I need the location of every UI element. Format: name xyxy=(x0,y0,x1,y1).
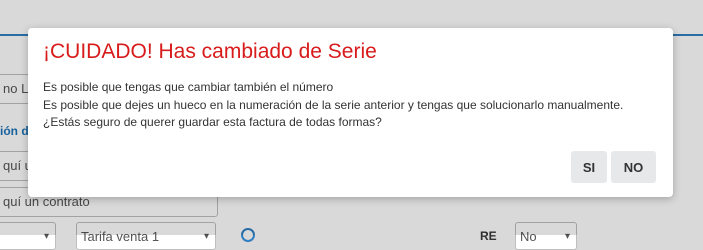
warning-dialog: ¡CUIDADO! Has cambiado de Serie Es posib… xyxy=(28,28,673,197)
yes-button[interactable]: SI xyxy=(571,151,607,183)
no-button[interactable]: NO xyxy=(611,151,656,183)
dialog-title: ¡CUIDADO! Has cambiado de Serie xyxy=(43,40,377,63)
message-line-1: Es posible que tengas que cambiar tambié… xyxy=(43,80,334,94)
dialog-message: Es posible que tengas que cambiar tambié… xyxy=(43,79,663,132)
message-line-2: Es posible que dejes un hueco en la nume… xyxy=(43,97,624,130)
